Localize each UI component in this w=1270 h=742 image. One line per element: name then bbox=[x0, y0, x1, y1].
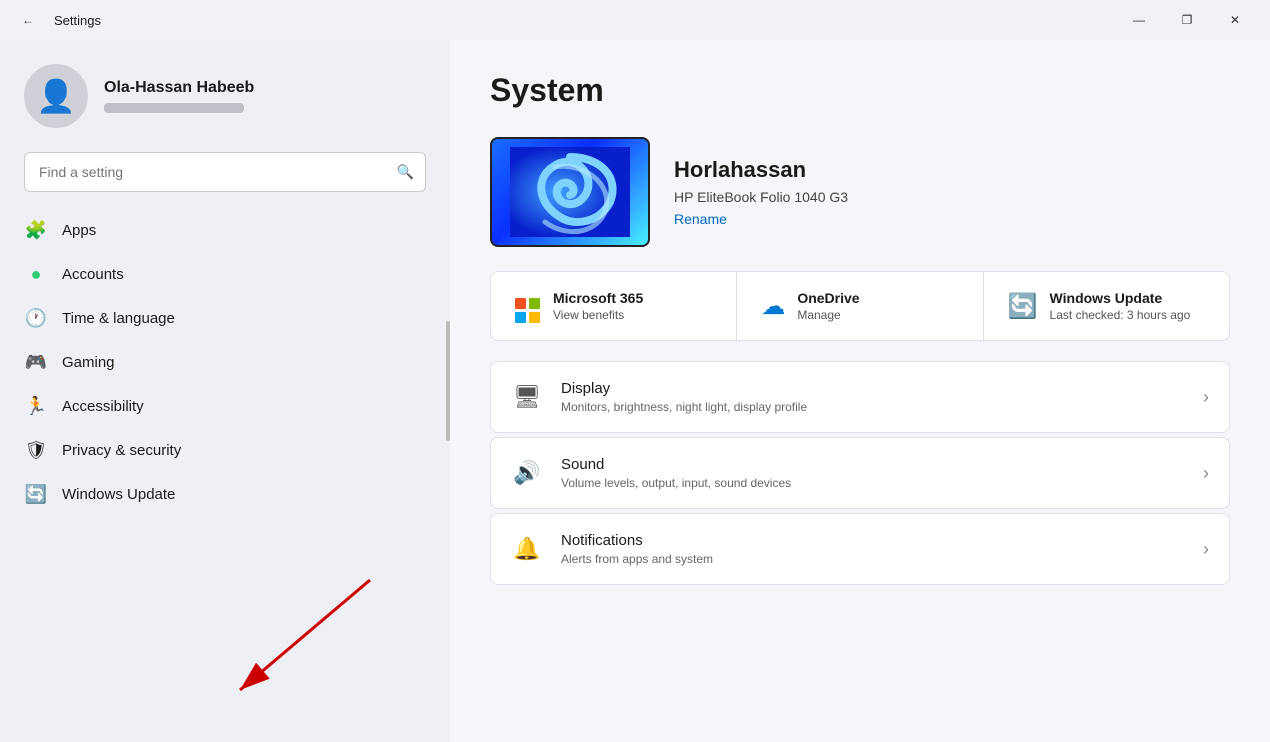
device-info: Horlahassan HP EliteBook Folio 1040 G3 R… bbox=[674, 157, 848, 227]
privacy-icon: 🛡 bbox=[24, 438, 48, 462]
sidebar-item-label: Gaming bbox=[62, 354, 115, 371]
windows-update-sublabel: Last checked: 3 hours ago bbox=[1050, 308, 1191, 322]
sound-row[interactable]: 🔊 Sound Volume levels, output, input, so… bbox=[490, 437, 1230, 509]
notifications-label: Notifications bbox=[561, 532, 713, 549]
windows-update-action[interactable]: 🔄 Windows Update Last checked: 3 hours a… bbox=[984, 272, 1229, 340]
windows-update-icon: 🔄 bbox=[24, 482, 48, 506]
device-image bbox=[490, 137, 650, 247]
sidebar-item-accounts[interactable]: ● Accounts bbox=[8, 252, 442, 296]
sound-label: Sound bbox=[561, 456, 791, 473]
rename-link[interactable]: Rename bbox=[674, 211, 848, 227]
display-desc: Monitors, brightness, night light, displ… bbox=[561, 400, 807, 414]
sidebar-item-windows-update[interactable]: 🔄 Windows Update bbox=[8, 472, 442, 516]
notifications-row-left: 🔔 Notifications Alerts from apps and sys… bbox=[511, 532, 713, 566]
close-button[interactable]: ✕ bbox=[1212, 4, 1258, 36]
display-label: Display bbox=[561, 380, 807, 397]
windows-update-text: Windows Update Last checked: 3 hours ago bbox=[1050, 290, 1191, 322]
user-section[interactable]: 👤 Ola-Hassan Habeeb bbox=[0, 40, 450, 144]
back-button[interactable]: ← bbox=[12, 4, 44, 36]
search-icon: 🔍 bbox=[397, 164, 414, 181]
display-icon: 🖥 bbox=[511, 384, 543, 410]
user-name: Ola-Hassan Habeeb bbox=[104, 79, 254, 97]
notifications-chevron: › bbox=[1203, 539, 1209, 560]
windows-swirl-icon bbox=[510, 147, 630, 237]
display-row[interactable]: 🖥 Display Monitors, brightness, night li… bbox=[490, 361, 1230, 433]
notifications-row[interactable]: 🔔 Notifications Alerts from apps and sys… bbox=[490, 513, 1230, 585]
sound-row-left: 🔊 Sound Volume levels, output, input, so… bbox=[511, 456, 791, 490]
windows-update-label: Windows Update bbox=[1050, 290, 1191, 306]
notifications-text: Notifications Alerts from apps and syste… bbox=[561, 532, 713, 566]
time-icon: 🕐 bbox=[24, 306, 48, 330]
device-model: HP EliteBook Folio 1040 G3 bbox=[674, 189, 848, 205]
display-text: Display Monitors, brightness, night ligh… bbox=[561, 380, 807, 414]
ms365-sublabel: View benefits bbox=[553, 308, 643, 322]
ms365-label: Microsoft 365 bbox=[553, 290, 643, 306]
device-name: Horlahassan bbox=[674, 157, 848, 183]
app-title: Settings bbox=[54, 13, 101, 28]
minimize-button[interactable]: — bbox=[1116, 4, 1162, 36]
maximize-button[interactable]: ❐ bbox=[1164, 4, 1210, 36]
notifications-icon: 🔔 bbox=[511, 536, 543, 562]
sidebar-item-label: Windows Update bbox=[62, 486, 175, 503]
main-content: System Horl bbox=[450, 40, 1270, 742]
settings-list: 🖥 Display Monitors, brightness, night li… bbox=[490, 361, 1230, 585]
display-row-left: 🖥 Display Monitors, brightness, night li… bbox=[511, 380, 807, 414]
notifications-desc: Alerts from apps and system bbox=[561, 552, 713, 566]
user-email-bar bbox=[104, 103, 244, 113]
sound-desc: Volume levels, output, input, sound devi… bbox=[561, 476, 791, 490]
sidebar: 👤 Ola-Hassan Habeeb 🔍 🧩 Apps ● Accounts bbox=[0, 40, 450, 742]
sound-chevron: › bbox=[1203, 463, 1209, 484]
title-bar-left: ← Settings bbox=[12, 4, 101, 36]
sidebar-item-label: Privacy & security bbox=[62, 442, 181, 459]
avatar: 👤 bbox=[24, 64, 88, 128]
onedrive-icon: ☁ bbox=[761, 292, 785, 321]
ms365-icon bbox=[515, 288, 541, 324]
sidebar-item-label: Apps bbox=[62, 222, 96, 239]
sound-icon: 🔊 bbox=[511, 460, 543, 486]
sidebar-item-time-language[interactable]: 🕐 Time & language bbox=[8, 296, 442, 340]
ms365-action[interactable]: Microsoft 365 View benefits bbox=[491, 272, 737, 340]
sidebar-item-label: Accounts bbox=[62, 266, 124, 283]
title-bar: ← Settings — ❐ ✕ bbox=[0, 0, 1270, 40]
accounts-icon: ● bbox=[24, 262, 48, 286]
sound-text: Sound Volume levels, output, input, soun… bbox=[561, 456, 791, 490]
display-chevron: › bbox=[1203, 387, 1209, 408]
onedrive-text: OneDrive Manage bbox=[797, 290, 859, 322]
windows-update-qa-icon: 🔄 bbox=[1008, 292, 1038, 321]
onedrive-sublabel: Manage bbox=[797, 308, 859, 322]
gaming-icon: 🎮 bbox=[24, 350, 48, 374]
sidebar-item-label: Accessibility bbox=[62, 398, 144, 415]
search-input[interactable] bbox=[24, 152, 426, 192]
sidebar-item-privacy-security[interactable]: 🛡 Privacy & security bbox=[8, 428, 442, 472]
user-info: Ola-Hassan Habeeb bbox=[104, 79, 254, 113]
sidebar-item-accessibility[interactable]: 🏃 Accessibility bbox=[8, 384, 442, 428]
sidebar-item-label: Time & language bbox=[62, 310, 175, 327]
quick-actions: Microsoft 365 View benefits ☁ OneDrive M… bbox=[490, 271, 1230, 341]
sidebar-item-gaming[interactable]: 🎮 Gaming bbox=[8, 340, 442, 384]
device-card: Horlahassan HP EliteBook Folio 1040 G3 R… bbox=[490, 137, 1230, 247]
user-icon: 👤 bbox=[36, 77, 76, 115]
nav-list: 🧩 Apps ● Accounts 🕐 Time & language 🎮 Ga… bbox=[0, 208, 450, 742]
onedrive-action[interactable]: ☁ OneDrive Manage bbox=[737, 272, 983, 340]
accessibility-icon: 🏃 bbox=[24, 394, 48, 418]
apps-icon: 🧩 bbox=[24, 218, 48, 242]
sidebar-item-apps[interactable]: 🧩 Apps bbox=[8, 208, 442, 252]
page-title: System bbox=[490, 72, 1230, 109]
ms365-text: Microsoft 365 View benefits bbox=[553, 290, 643, 322]
onedrive-label: OneDrive bbox=[797, 290, 859, 306]
window-controls: — ❐ ✕ bbox=[1116, 4, 1258, 36]
app-container: 👤 Ola-Hassan Habeeb 🔍 🧩 Apps ● Accounts bbox=[0, 40, 1270, 742]
search-box[interactable]: 🔍 bbox=[24, 152, 426, 192]
